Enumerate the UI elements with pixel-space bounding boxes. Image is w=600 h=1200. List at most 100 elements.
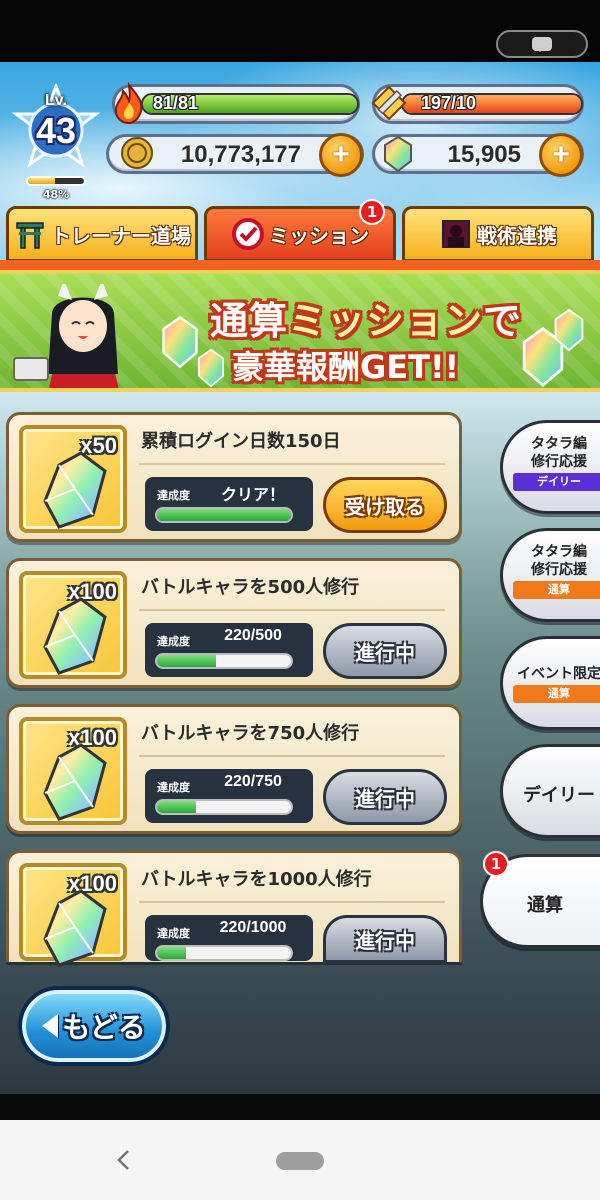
tactics-icon [442,220,470,248]
progress-label: 達成度 [157,927,190,940]
stamina-gauge: 81/81 [112,82,360,125]
mission-title: バトルキャラを500人修行 [141,577,360,598]
crystal-icon [197,348,225,388]
banner-word-cumulative: 通算 [210,299,289,343]
progress-value: クリア！ [220,487,285,504]
claim-button[interactable]: 受け取る [323,477,447,533]
in-progress-button[interactable]: 進行中 [323,623,447,679]
level-progress-fill [28,178,55,184]
side-tab-event-limited[interactable]: イベント限定 通算 [500,636,600,730]
side-tab-line2: 修行応援 [531,454,587,470]
side-tab-line1: タタラ編 [531,436,587,452]
nav-back-icon[interactable] [112,1148,136,1172]
top-status-bar [0,0,600,62]
divider [139,901,445,903]
rainbow-crystal-icon [43,451,107,529]
progress-track [155,653,293,669]
level-number: 43 [35,110,77,151]
banner-word-mission: ミッション [288,299,484,343]
progress-track [155,799,293,815]
system-navigation-bar [0,1120,600,1200]
chat-bubble-icon [532,37,552,52]
gem-amount: 15,905 [447,141,521,168]
side-tab-tag: 通算 [513,685,600,703]
tab-tactics[interactable]: 戦術連携 [402,206,594,262]
side-tab-total[interactable]: 1 通算 [480,851,600,948]
progress-label: 達成度 [157,489,190,502]
mission-card: x100 バトルキャラを1000人修行 達成度 220/1000 進行中 [6,850,462,967]
back-label: もどる [62,1011,146,1044]
side-tab-tag: デイリー [513,473,600,491]
progress-fill [157,801,197,813]
battle-gauge: 197/10 [371,84,584,124]
progress-panel: 達成度 220/1000 [145,915,313,961]
in-progress-button[interactable]: 進行中 [323,915,447,963]
progress-track [155,507,293,523]
tab-trainer-dojo[interactable]: トレーナー道場 [6,206,198,262]
progress-track [155,945,293,961]
mission-card: x50 累積ログイン日数150日 達成度 クリア！ 受け取る [6,412,462,542]
notification-badge: 1 [359,199,385,225]
gem-counter: 15,905 + [372,133,584,177]
add-gems-button[interactable]: + [539,133,583,177]
coin-icon [121,137,153,169]
divider [139,755,445,757]
gold-counter: 10,773,177 + [106,133,364,177]
dojo-gate-icon [16,222,44,249]
add-gold-button[interactable]: + [319,133,363,177]
mission-card: x100 バトルキャラを750人修行 達成度 220/750 進行中 [6,704,462,834]
reward-box: x100 [19,863,127,967]
level-badge[interactable]: Lv. 43 48% [12,84,100,201]
progress-fill [157,509,291,521]
divider [139,609,445,611]
side-tab-tag: 通算 [513,581,600,599]
back-button[interactable]: もどる [18,986,170,1066]
progress-value: 220/1000 [219,919,287,936]
progress-panel: 達成度 クリア！ [145,477,313,531]
nav-home-pill[interactable] [276,1152,324,1170]
progress-panel: 達成度 220/750 [145,769,313,823]
cumulative-mission-banner[interactable]: 通算ミッションで 豪華報酬GET!! [0,270,600,392]
banner-headline: 通算ミッションで [210,290,522,345]
reward-box: x50 [19,425,127,533]
mission-title: 累積ログイン日数150日 [141,431,341,452]
notification-badge: 1 [483,851,509,877]
chat-button[interactable] [496,30,588,58]
reward-box: x100 [19,717,127,825]
in-progress-button[interactable]: 進行中 [323,769,447,825]
rainbow-crystal-icon [43,597,107,675]
side-tab-daily[interactable]: デイリー [500,744,600,838]
level-progress-percent: 48% [42,188,70,201]
mission-title: バトルキャラを750人修行 [141,723,360,744]
side-tab-line1: タタラ編 [531,544,587,560]
level-progress-bar [26,176,86,186]
crystal-icon [162,315,198,369]
side-tab-tatara-total[interactable]: タタラ編 修行応援 通算 [500,528,600,622]
crystal-icon [384,135,412,173]
game-screen: Lv. 43 48% 81/81 197/10 10,773,177 + 15,… [0,62,600,1120]
character-portrait [13,284,119,388]
level-label: Lv. [45,92,67,109]
side-tab-line2: 修行応援 [531,562,587,578]
rainbow-crystal-icon [43,743,107,821]
sword-icon [371,85,407,121]
reward-box: x100 [19,571,127,679]
bottom-strip [0,1094,600,1120]
tab-mission[interactable]: ミッション 1 [204,199,396,262]
mission-card: x100 バトルキャラを500人修行 達成度 220/500 進行中 [6,558,462,688]
side-tab-tatara-daily[interactable]: タタラ編 修行応援 デイリー [500,420,600,514]
progress-fill [157,655,216,667]
crystal-icon [554,308,584,352]
tab-label: ミッション [269,223,369,248]
mission-check-icon [232,218,264,250]
tab-underline [0,260,600,270]
side-tab-line1: 通算 [527,895,563,916]
banner-subline: 豪華報酬GET!! [232,348,460,386]
progress-value: 220/750 [224,773,282,790]
back-arrow-icon [42,1014,59,1038]
gold-amount: 10,773,177 [180,141,301,168]
divider [139,463,445,465]
banner-word-de: で [483,299,523,343]
battle-value: 197/10 [421,93,477,113]
progress-label: 達成度 [157,635,190,648]
